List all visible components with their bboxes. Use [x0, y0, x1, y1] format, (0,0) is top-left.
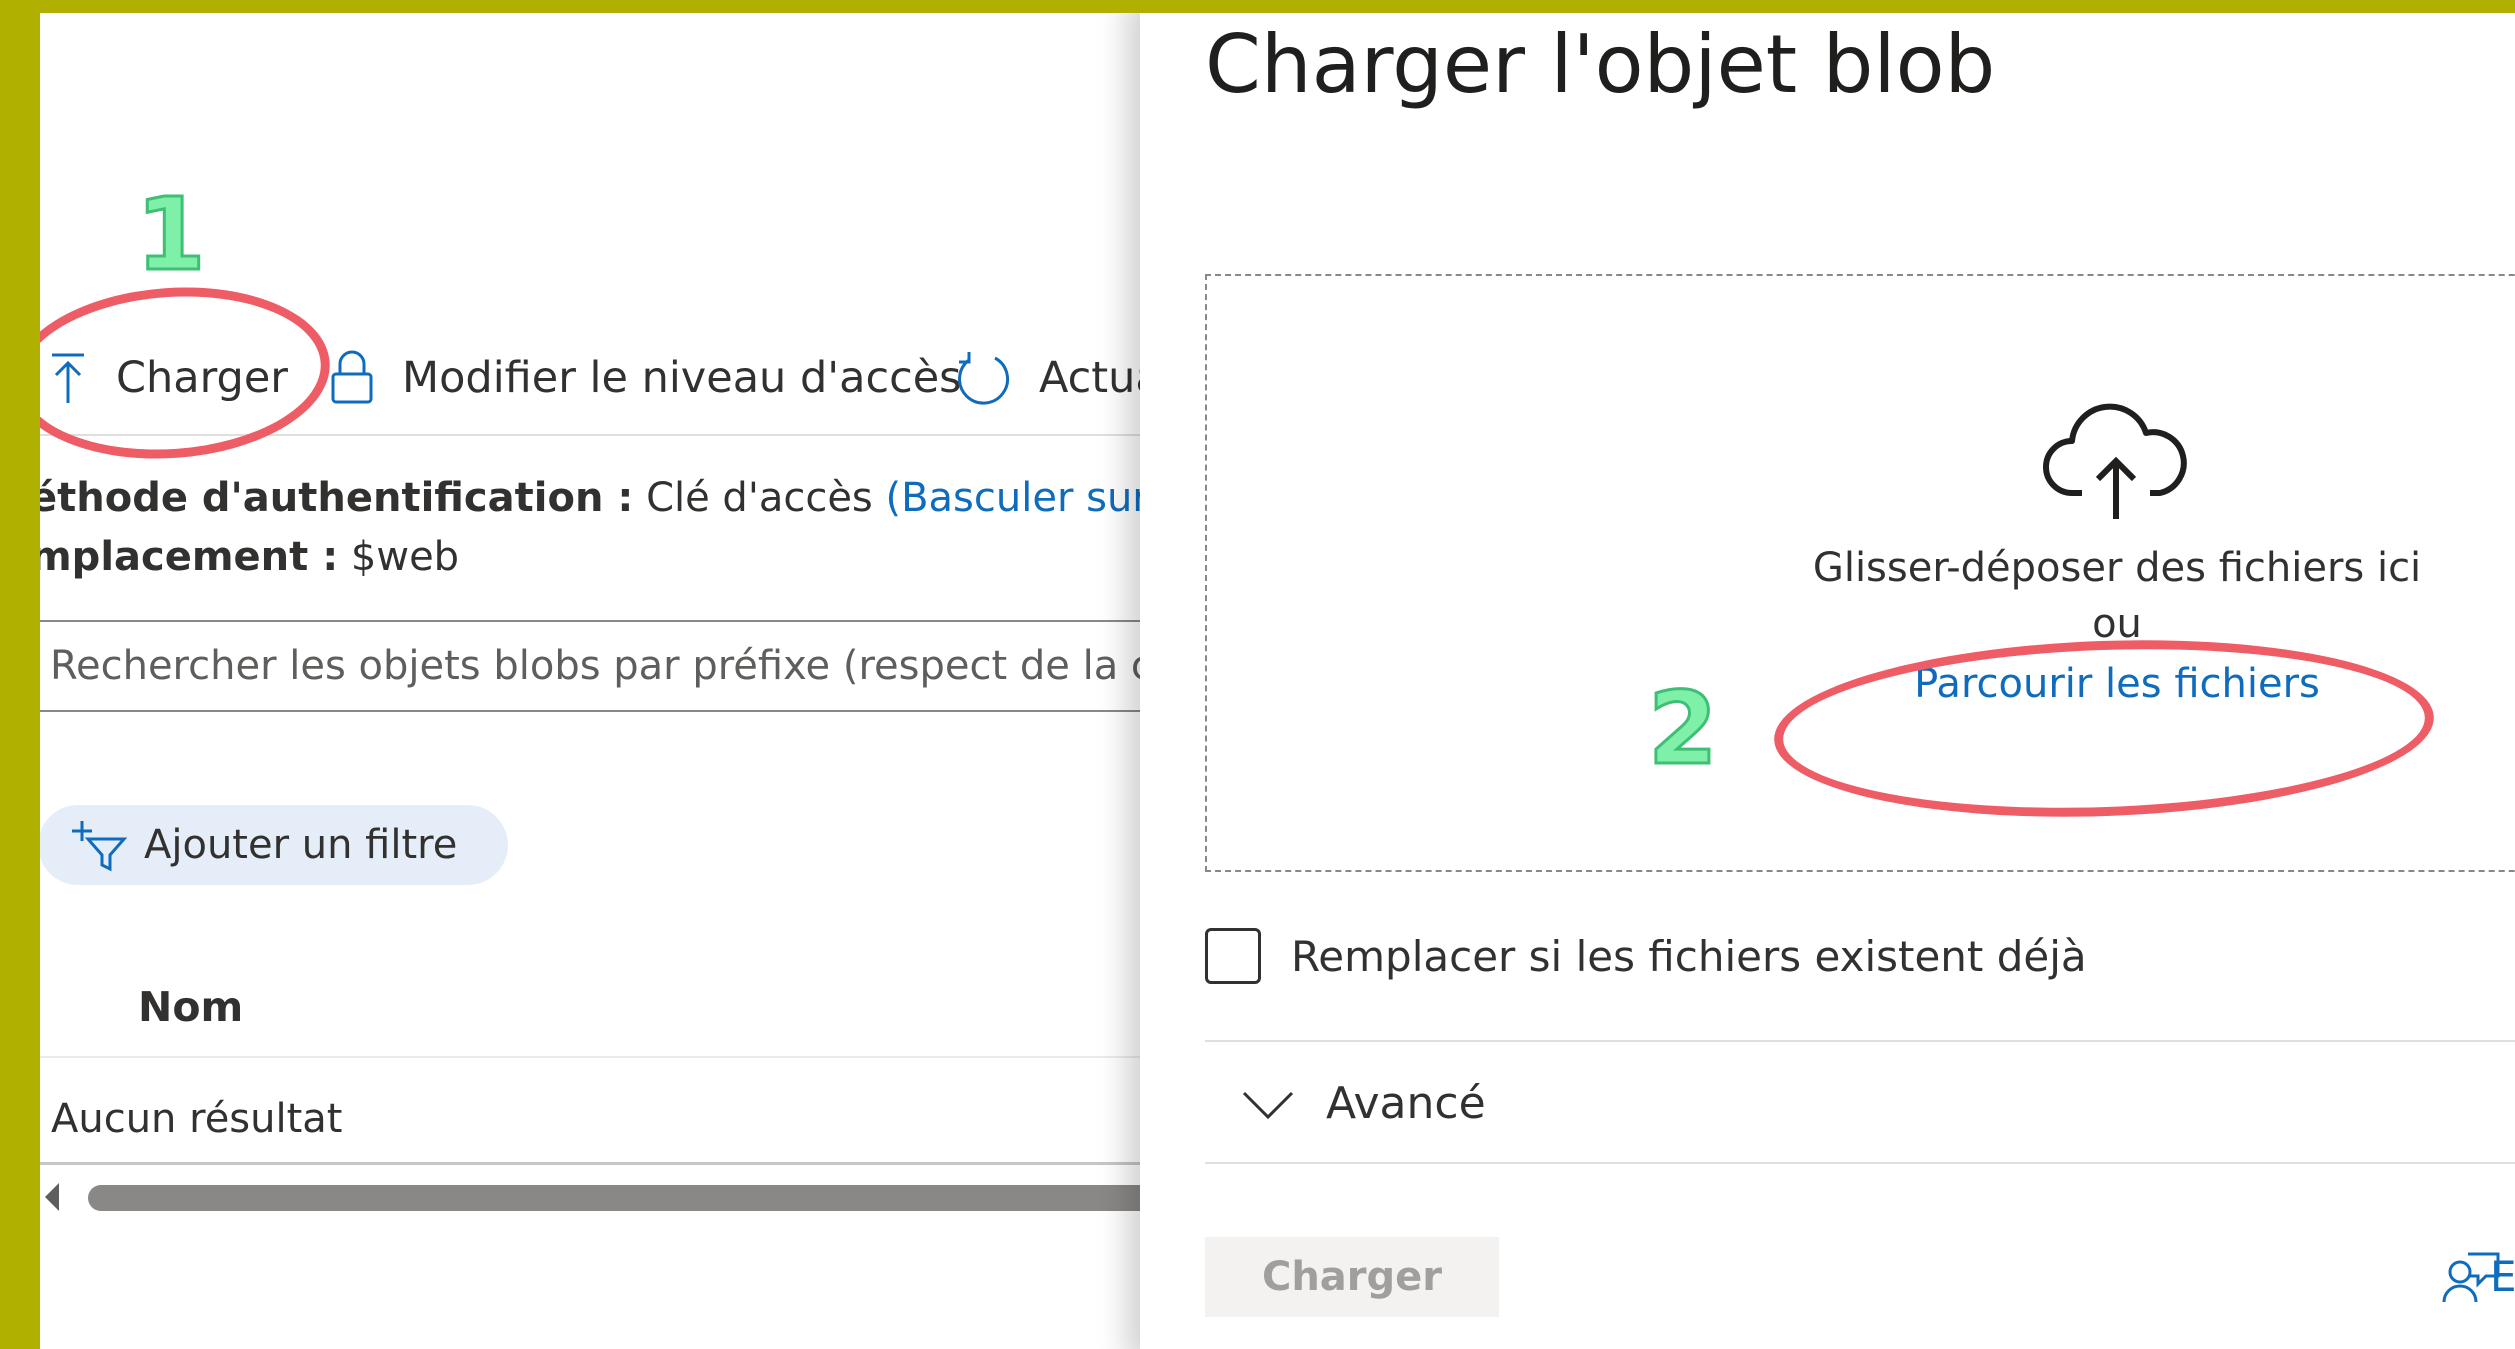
advanced-bottom-divider	[1205, 1162, 2515, 1164]
refresh-icon	[955, 350, 1011, 406]
add-filter-icon	[68, 817, 128, 873]
change-access-level-label: Modifier le niveau d'accès	[402, 353, 962, 403]
refresh-label: Actua	[1039, 353, 1140, 403]
overwrite-checkbox[interactable]	[1205, 928, 1261, 984]
feedback-label[interactable]: E	[2490, 1252, 2515, 1301]
empty-result-text: Aucun résultat	[51, 1096, 343, 1142]
add-filter-label: Ajouter un filtre	[144, 822, 458, 868]
scroll-left-arrow[interactable]	[45, 1183, 59, 1211]
location-row: mplacement : $web	[40, 534, 459, 580]
annotation-step-2: 2	[1647, 669, 1720, 789]
lock-icon	[330, 350, 374, 406]
auth-method-key: éthode d'authentification :	[40, 475, 634, 521]
upload-submit-button[interactable]: Charger	[1205, 1237, 1499, 1317]
column-header-name[interactable]: Nom	[138, 983, 243, 1031]
annotation-step-1: 1	[135, 175, 208, 295]
overwrite-option[interactable]: Remplacer si les fichiers existent déjà	[1205, 928, 2087, 984]
switch-auth-link[interactable]: (Basculer sur ur	[885, 475, 1140, 521]
overwrite-label: Remplacer si les fichiers existent déjà	[1291, 931, 2087, 981]
auth-method-value: Clé d'accès	[646, 475, 873, 521]
portal-frame: Charger Modifier le niveau d'accès Actua	[40, 13, 2515, 1349]
chevron-down-icon	[1240, 1087, 1296, 1121]
refresh-button[interactable]: Actua	[955, 333, 1140, 423]
blob-prefix-search-input[interactable]: Rechercher les objets blobs par préfixe …	[40, 620, 1140, 712]
panel-title: Charger l'objet blob	[1205, 18, 1996, 111]
search-placeholder: Rechercher les objets blobs par préfixe …	[50, 643, 1140, 689]
change-access-level-button[interactable]: Modifier le niveau d'accès	[330, 333, 962, 423]
drop-files-text: Glisser-déposer des fichiers ici	[1812, 545, 2422, 591]
location-value: $web	[350, 534, 460, 580]
location-key: mplacement :	[40, 534, 339, 580]
cloud-upload-icon	[1807, 401, 2427, 525]
auth-method-row: éthode d'authentification : Clé d'accès …	[40, 475, 1140, 521]
header-divider	[40, 1056, 1140, 1058]
horizontal-scrollbar[interactable]	[88, 1185, 1140, 1211]
list-bottom-divider	[40, 1162, 1140, 1165]
add-filter-button[interactable]: Ajouter un filtre	[40, 805, 508, 885]
advanced-top-divider	[1205, 1040, 2515, 1042]
advanced-label: Avancé	[1326, 1078, 1486, 1129]
advanced-section-toggle[interactable]: Avancé	[1240, 1078, 1486, 1129]
